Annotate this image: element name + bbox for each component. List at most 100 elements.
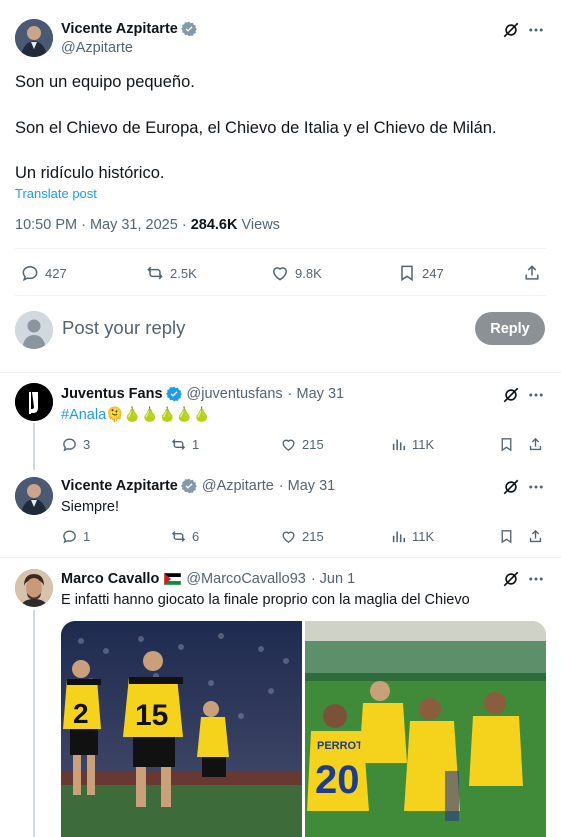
grok-icon[interactable] (501, 569, 521, 589)
divider (0, 372, 561, 373)
reply-count: 3 (83, 437, 91, 452)
reply-action[interactable]: 3 (61, 436, 90, 453)
bookmark-icon (401, 265, 413, 282)
svg-text:15: 15 (135, 699, 168, 732)
more-options-icon[interactable] (526, 569, 546, 589)
views-action[interactable]: 11K (390, 436, 434, 453)
reply-text: Siempre! (61, 499, 120, 515)
verified-badge-icon (180, 21, 197, 37)
repost-count: 1 (192, 437, 200, 452)
author-handle[interactable]: @MarcoCavallo93 (186, 571, 306, 587)
author-name[interactable]: Juventus Fans (61, 386, 163, 402)
share-icon (529, 529, 542, 543)
post-time[interactable]: 10:50 PM · May 31, 2025 · (15, 217, 191, 233)
author-handle[interactable]: @juventusfans (187, 386, 283, 402)
repost-action[interactable]: 2.5K (145, 263, 197, 283)
thread-line (33, 423, 35, 470)
repost-action[interactable]: 6 (170, 528, 199, 545)
post-text-line-2: Son el Chievo de Europa, el Chievo de It… (15, 119, 497, 137)
divider (0, 557, 561, 558)
author-name[interactable]: Vicente Azpitarte (61, 21, 178, 37)
palestine-flag-icon (164, 573, 182, 585)
like-action[interactable]: 215 (280, 528, 324, 545)
post-date[interactable]: · May 31 (279, 478, 335, 494)
grok-icon[interactable] (501, 385, 521, 405)
verified-badge-icon (180, 478, 197, 494)
reply-action[interactable]: 427 (20, 263, 67, 283)
hashtag-link[interactable]: #Anala (61, 407, 106, 423)
svg-text:2: 2 (73, 698, 89, 729)
grok-icon[interactable] (501, 20, 521, 40)
verified-badge-icon (165, 386, 182, 402)
post-text-line-3: Un ridículo histórico. (15, 164, 165, 182)
views-count: 11K (412, 437, 435, 452)
like-count: 215 (302, 437, 324, 452)
bookmark-icon (501, 530, 512, 544)
views-label: Views (237, 217, 280, 233)
repost-count: 6 (192, 529, 200, 544)
share-icon (529, 437, 542, 451)
reply-text: E infatti hanno giocato la finale propri… (61, 592, 470, 608)
media-gallery[interactable]: 2 15 PERROTTA 20 (61, 621, 546, 837)
views-count: 284.6K (190, 217, 238, 233)
divider (15, 248, 546, 249)
user-avatar[interactable] (15, 311, 53, 349)
like-count: 215 (302, 529, 324, 544)
reply-button[interactable]: Reply (475, 312, 545, 345)
heart-icon (272, 267, 288, 281)
reply-text: #Anala🫠🍐🍐🍐🍐🍐 (61, 406, 211, 423)
share-action[interactable] (527, 436, 544, 453)
author-name[interactable]: Marco Cavallo (61, 571, 159, 587)
reply-icon (63, 438, 76, 452)
more-options-icon[interactable] (526, 477, 546, 497)
svg-text:20: 20 (315, 758, 360, 802)
photo-left[interactable]: 2 15 (61, 621, 302, 837)
reply-icon (22, 265, 38, 282)
views-icon (392, 531, 406, 543)
share-action[interactable] (527, 528, 544, 545)
repost-count: 2.5K (170, 265, 197, 281)
more-options-icon[interactable] (526, 20, 546, 40)
repost-action[interactable]: 1 (170, 436, 199, 453)
post-text-line-1: Son un equipo pequeño. (15, 73, 195, 91)
emoji-text: 🫠🍐🍐🍐🍐🍐 (106, 406, 211, 422)
photo-right[interactable]: PERROTTA 20 (305, 621, 546, 837)
views-icon (392, 439, 406, 451)
avatar[interactable] (15, 477, 53, 515)
author-handle[interactable]: @Azpitarte (202, 478, 274, 494)
share-icon (525, 265, 539, 280)
repost-icon (171, 439, 186, 450)
more-options-icon[interactable] (526, 385, 546, 405)
bookmark-action[interactable] (498, 528, 515, 545)
post-timestamp[interactable]: 10:50 PM · May 31, 2025 · 284.6K Views (15, 217, 280, 233)
reply-count: 427 (45, 265, 67, 281)
reply-count: 1 (83, 529, 91, 544)
post-date[interactable]: · May 31 (288, 386, 344, 402)
avatar[interactable] (15, 569, 53, 607)
bookmark-count: 247 (422, 265, 444, 281)
reply-icon (63, 530, 76, 544)
bookmark-action[interactable]: 247 (397, 263, 444, 283)
repost-icon (147, 266, 163, 280)
post-date[interactable]: · Jun 1 (311, 571, 355, 587)
bookmark-action[interactable] (498, 436, 515, 453)
bookmark-icon (501, 438, 512, 452)
translate-link[interactable]: Translate post (15, 186, 97, 201)
reply-input[interactable]: Post your reply (62, 317, 185, 339)
author-name[interactable]: Vicente Azpitarte (61, 478, 178, 494)
reply-action[interactable]: 1 (61, 528, 90, 545)
heart-icon (282, 439, 295, 451)
avatar[interactable] (15, 19, 53, 57)
like-action[interactable]: 9.8K (270, 263, 322, 283)
repost-icon (171, 531, 186, 542)
share-action[interactable] (522, 263, 542, 283)
author-handle[interactable]: @Azpitarte (61, 40, 133, 56)
thread-line (33, 610, 35, 837)
views-count: 11K (412, 529, 435, 544)
views-action[interactable]: 11K (390, 528, 434, 545)
divider (15, 295, 546, 296)
avatar[interactable] (15, 383, 53, 421)
like-action[interactable]: 215 (280, 436, 324, 453)
heart-icon (282, 531, 295, 543)
grok-icon[interactable] (501, 477, 521, 497)
